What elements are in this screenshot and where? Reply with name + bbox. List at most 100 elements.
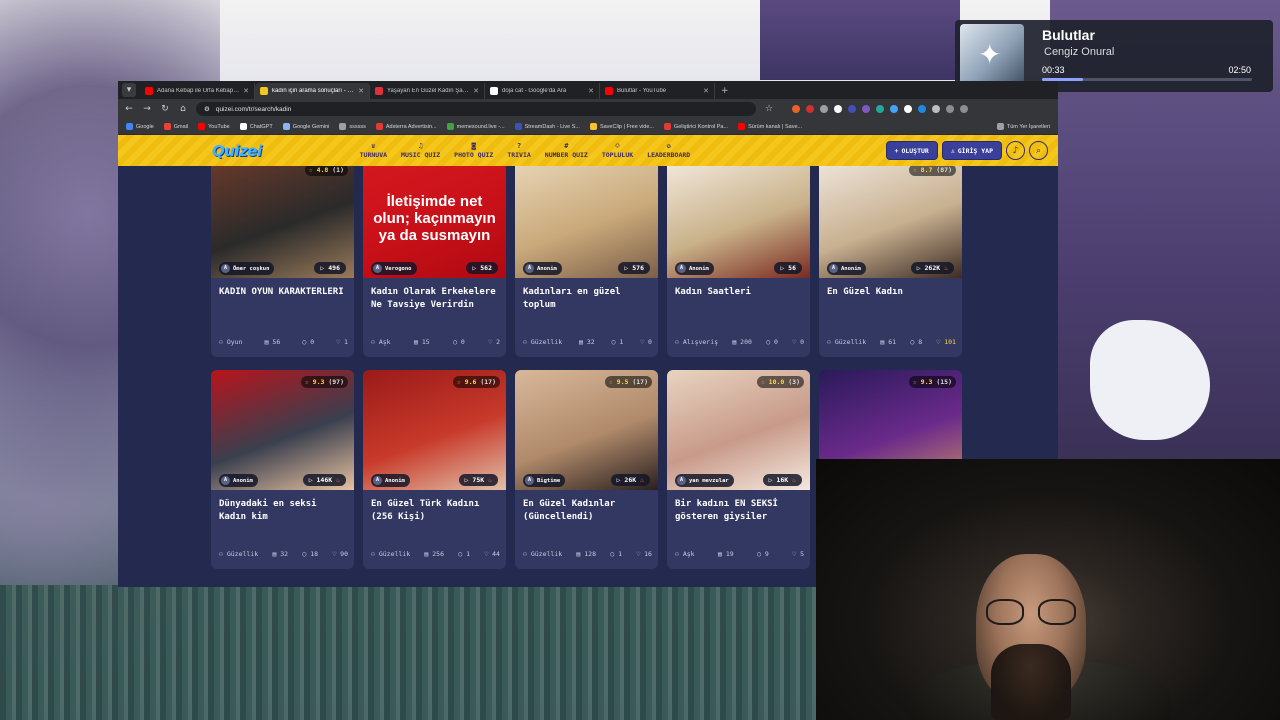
nav-label: PHOTO QUIZ: [454, 151, 494, 159]
bookmark-item[interactable]: Gmail: [163, 123, 188, 130]
comment-icon: ◯: [757, 550, 765, 558]
extension-icon[interactable]: [806, 105, 814, 113]
notifications-button[interactable]: ♪: [1006, 141, 1025, 160]
browser-tab[interactable]: doja cat - Google'da Ara ✕: [485, 83, 600, 99]
url-field[interactable]: ⚙ quizei.com/tr/search/kadin: [196, 102, 756, 116]
bookmark-item[interactable]: ChatGPT: [239, 123, 273, 130]
nav-item-number-quiz[interactable]: # NUMBER QUIZ: [545, 142, 588, 159]
browser-tab[interactable]: Yaşayan En Güzel Kadın Şarkıc... ✕: [370, 83, 485, 99]
close-tab-icon[interactable]: ✕: [588, 87, 594, 95]
author-badge[interactable]: A Anonim: [523, 262, 562, 275]
bookmark-item[interactable]: Adsterra Advertisin...: [375, 123, 437, 130]
extension-icon[interactable]: [862, 105, 870, 113]
quiz-title[interactable]: Kadınları en güzel toplum: [523, 286, 653, 312]
back-icon[interactable]: ←: [124, 104, 134, 114]
tag-icon: ⚇: [827, 338, 835, 346]
author-badge[interactable]: A Ömer coşkun: [219, 262, 275, 275]
media-progress-bar[interactable]: [1042, 78, 1252, 81]
quiz-card[interactable]: ☆ 9.5 (17) A Bigtime ▷ 26K ♨ En Güzel Kadınl…: [515, 370, 658, 569]
close-tab-icon[interactable]: ✕: [703, 87, 709, 95]
close-tab-icon[interactable]: ✕: [473, 87, 479, 95]
quiz-title[interactable]: En Güzel Türk Kadını (256 Kişi): [371, 498, 501, 524]
quiz-card[interactable]: ☆ 9.6 (17) A Anonim ▷ 75K ♨ En Güzel Türk Ka…: [363, 370, 506, 569]
bookmark-item[interactable]: StreamDash - Live S...: [514, 123, 580, 130]
site-info-icon[interactable]: ⚙: [204, 105, 210, 113]
browser-tab[interactable]: Adana Kebap ile Urfa Kebap A... ✕: [140, 83, 255, 99]
quiz-card[interactable]: ☆ 10.0 (3) Ayan mevzular ▷ 16K ♨ Bir kadını…: [667, 370, 810, 569]
quiz-title[interactable]: Kadın Olarak Erkekelere Ne Tavsiye Verir…: [371, 286, 501, 312]
bookmark-item[interactable]: YouTube: [198, 123, 230, 130]
tag-icon: ⚇: [675, 338, 683, 346]
create-button[interactable]: + OLUŞTUR: [885, 141, 938, 160]
quiz-card[interactable]: A Anonim ▷ 576 Kadınları en güzel toplum ⚇ G…: [515, 166, 658, 357]
browser-tab[interactable]: Bulutlar - YouTube ✕: [600, 83, 715, 99]
nav-item-leaderboard[interactable]: ✪ LEADERBOARD: [647, 142, 690, 159]
nav-item-trivia[interactable]: ? TRIVIA: [507, 142, 530, 159]
quiz-title[interactable]: Kadın Saatleri: [675, 286, 805, 299]
extensions-puzzle-icon[interactable]: [932, 105, 940, 113]
author-badge[interactable]: A Anonim: [675, 262, 714, 275]
extension-icon[interactable]: [918, 105, 926, 113]
author-badge[interactable]: Ayan mevzular: [675, 474, 734, 487]
quiz-card[interactable]: ☆ 4.8 (1) A Ömer coşkun ▷ 496 KADIN OYUN KAR…: [211, 166, 354, 357]
nav-item-music-quiz[interactable]: ♫ MUSIC QUIZ: [401, 142, 440, 159]
bookmark-item[interactable]: SaveClip | Free vide...: [589, 123, 654, 130]
music-icon: ♫: [418, 142, 423, 150]
extension-icon[interactable]: [792, 105, 800, 113]
bookmark-item[interactable]: Google: [126, 123, 154, 130]
author-badge[interactable]: A Bigtime: [523, 474, 566, 487]
extension-icon[interactable]: [820, 105, 828, 113]
author-badge[interactable]: A Anonim: [827, 262, 866, 275]
bookmark-favicon-icon: [663, 123, 671, 130]
quiz-card[interactable]: İletişimde net olun; kaçınmayın ya da su…: [363, 166, 506, 357]
extension-icon[interactable]: [834, 105, 842, 113]
bookmark-item[interactable]: Geliştirici Kontrol Pa...: [663, 123, 728, 130]
bookmark-item[interactable]: memesound.live -...: [446, 123, 505, 130]
nav-item-photo-quiz[interactable]: ◙ PHOTO QUIZ: [454, 142, 493, 159]
extension-icon[interactable]: [876, 105, 884, 113]
rating-count: (17): [632, 378, 648, 386]
tab-title: doja cat - Google'da Ara: [502, 88, 567, 94]
reload-icon[interactable]: ↻: [160, 104, 170, 114]
extension-icon[interactable]: [904, 105, 912, 113]
nav-item-turnuva[interactable]: ♛ TURNUVA: [360, 142, 387, 159]
tab-search-icon[interactable]: ▾: [122, 83, 136, 97]
star-icon: ☆: [912, 378, 921, 386]
quiz-title[interactable]: Dünyadaki en seksi Kadın kim: [219, 498, 349, 524]
quiz-title[interactable]: En Güzel Kadın: [827, 286, 957, 299]
quiz-title[interactable]: KADIN OYUN KARAKTERLERI: [219, 286, 349, 299]
close-tab-icon[interactable]: ✕: [358, 87, 364, 95]
quiz-card[interactable]: ☆ 8.7 (87) A Anonim ▷ 262K ♨ En Güzel Kadın ⚇…: [819, 166, 962, 357]
forward-icon[interactable]: →: [142, 104, 152, 114]
profile-icon[interactable]: [946, 105, 954, 113]
author-badge[interactable]: A Anonim: [371, 474, 410, 487]
extension-icon[interactable]: [848, 105, 856, 113]
question-count: ▤ 61: [880, 338, 896, 346]
quiz-title[interactable]: Bir kadını EN SEKSİ gösteren giysiler: [675, 498, 805, 524]
rating-count: (15): [936, 378, 952, 386]
bookmark-item[interactable]: Sürüm kanalı | Save...: [738, 123, 802, 130]
bookmark-item[interactable]: Google Gemini: [282, 123, 329, 130]
menu-dots-icon[interactable]: [960, 105, 968, 113]
bookmark-item[interactable]: ssssss: [339, 123, 366, 130]
author-badge[interactable]: A Verogono: [371, 262, 417, 275]
home-icon[interactable]: ⌂: [178, 104, 188, 114]
nav-item-topluluk[interactable]: ☺ TOPLULUK: [602, 142, 633, 159]
nav-label: TRIVIA: [507, 151, 531, 159]
search-button[interactable]: ⌕: [1029, 141, 1048, 160]
question-count: ▤ 56: [265, 338, 281, 346]
all-bookmarks-folder[interactable]: Tüm Yer İşaretleri: [996, 123, 1050, 130]
play-count: 146K: [316, 476, 333, 484]
author-badge[interactable]: A Anonim: [219, 474, 258, 487]
login-button[interactable]: ♙ GİRİŞ YAP: [941, 141, 1002, 160]
extension-icon[interactable]: [890, 105, 898, 113]
browser-tab[interactable]: kadın için arama sonuçları - Qu... ✕: [255, 83, 370, 99]
question-count-value: 32: [586, 338, 595, 346]
close-tab-icon[interactable]: ✕: [243, 87, 249, 95]
quiz-card[interactable]: A Anonim ▷ 56 Kadın Saatleri ⚇ Alışveriş ▤ 20…: [667, 166, 810, 357]
site-logo[interactable]: Quizei: [212, 142, 262, 160]
bookmark-star-icon[interactable]: ☆: [764, 104, 774, 114]
quiz-card[interactable]: ☆ 9.3 (97) A Anonim ▷ 146K ♨ Dünyadaki en se…: [211, 370, 354, 569]
quiz-title[interactable]: En Güzel Kadınlar (Güncellendi): [523, 498, 653, 524]
new-tab-icon[interactable]: +: [715, 83, 735, 99]
